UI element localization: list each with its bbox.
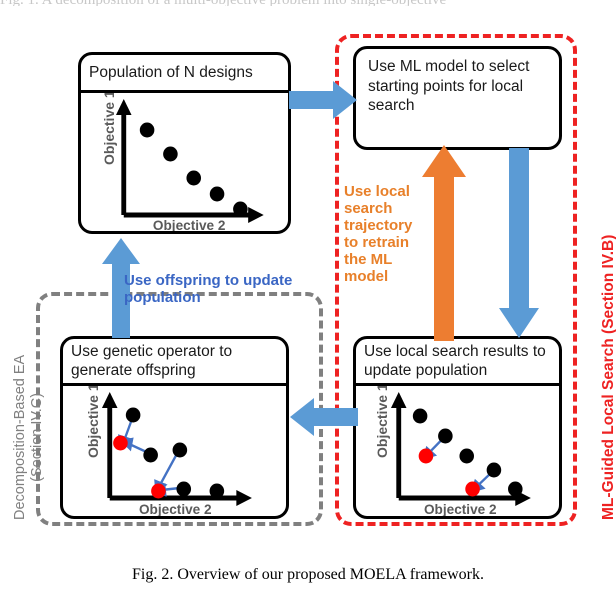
box-genetic-title: Use genetic operator to generate offspri… [63, 339, 286, 386]
local-results-scatter-svg: Objective 1 Objective 2 [375, 386, 531, 517]
arrow-retrain-ml-model [420, 145, 468, 341]
box-population-title: Population of N designs [81, 55, 288, 93]
figure-caption: Fig. 2. Overview of our proposed MOELA f… [132, 566, 484, 583]
box-ml-select-starting-points: Use ML model to select starting points f… [353, 46, 562, 150]
arrow-local-results-to-genetic [288, 396, 358, 438]
region-label-decomposition-based-ea: Decomposition-Based EA (Section IV.C) [12, 355, 46, 520]
genetic-scatter-svg: Objective 1 Objective 2 [85, 386, 252, 517]
region-label-ea-line2: (Section IV.C) [29, 392, 46, 482]
figure-moela-overview: Fig. 1. A decomposition of a multi-objec… [0, 0, 616, 594]
box-population-of-n-designs: Population of N designs Objective 1 Obje… [78, 52, 291, 234]
svg-text:Objective 2: Objective 2 [424, 502, 497, 517]
population-scatter-svg: Objective 1 Objective 2 [102, 93, 264, 233]
svg-text:Objective 1: Objective 1 [375, 386, 390, 458]
svg-text:Objective 1: Objective 1 [85, 386, 101, 458]
label-use-local-search-trajectory-to-retrain: Use local search trajectory to retrain t… [344, 183, 413, 286]
box-local-results-title: Use local search results to update popul… [356, 339, 559, 386]
region-label-ea-line1: Decomposition-Based EA [12, 354, 28, 520]
label-use-offspring-to-update-population: Use offspring to update population [124, 272, 293, 307]
population-scatter-plot: Objective 1 Objective 2 [81, 93, 288, 233]
arrow-population-to-ml-select [289, 79, 359, 121]
box-ml-select-title: Use ML model to select starting points f… [368, 58, 530, 115]
svg-text:Objective 2: Objective 2 [139, 501, 212, 517]
arrow-ml-select-to-local-results [497, 148, 541, 340]
svg-text:Objective 1: Objective 1 [102, 93, 117, 165]
svg-text:Objective 2: Objective 2 [153, 218, 226, 233]
box-genetic-operator: Use genetic operator to generate offspri… [60, 336, 289, 519]
box-local-search-results: Use local search results to update popul… [353, 336, 562, 519]
genetic-offspring-scatter-plot: Objective 1 Objective 2 [63, 386, 286, 517]
local-search-results-scatter-plot: Objective 1 Objective 2 [356, 386, 559, 517]
cut-off-text-line: Fig. 1. A decomposition of a multi-objec… [0, 0, 616, 6]
region-label-ml-guided-local-search: ML-Guided Local Search (Section IV.B) [600, 234, 616, 520]
